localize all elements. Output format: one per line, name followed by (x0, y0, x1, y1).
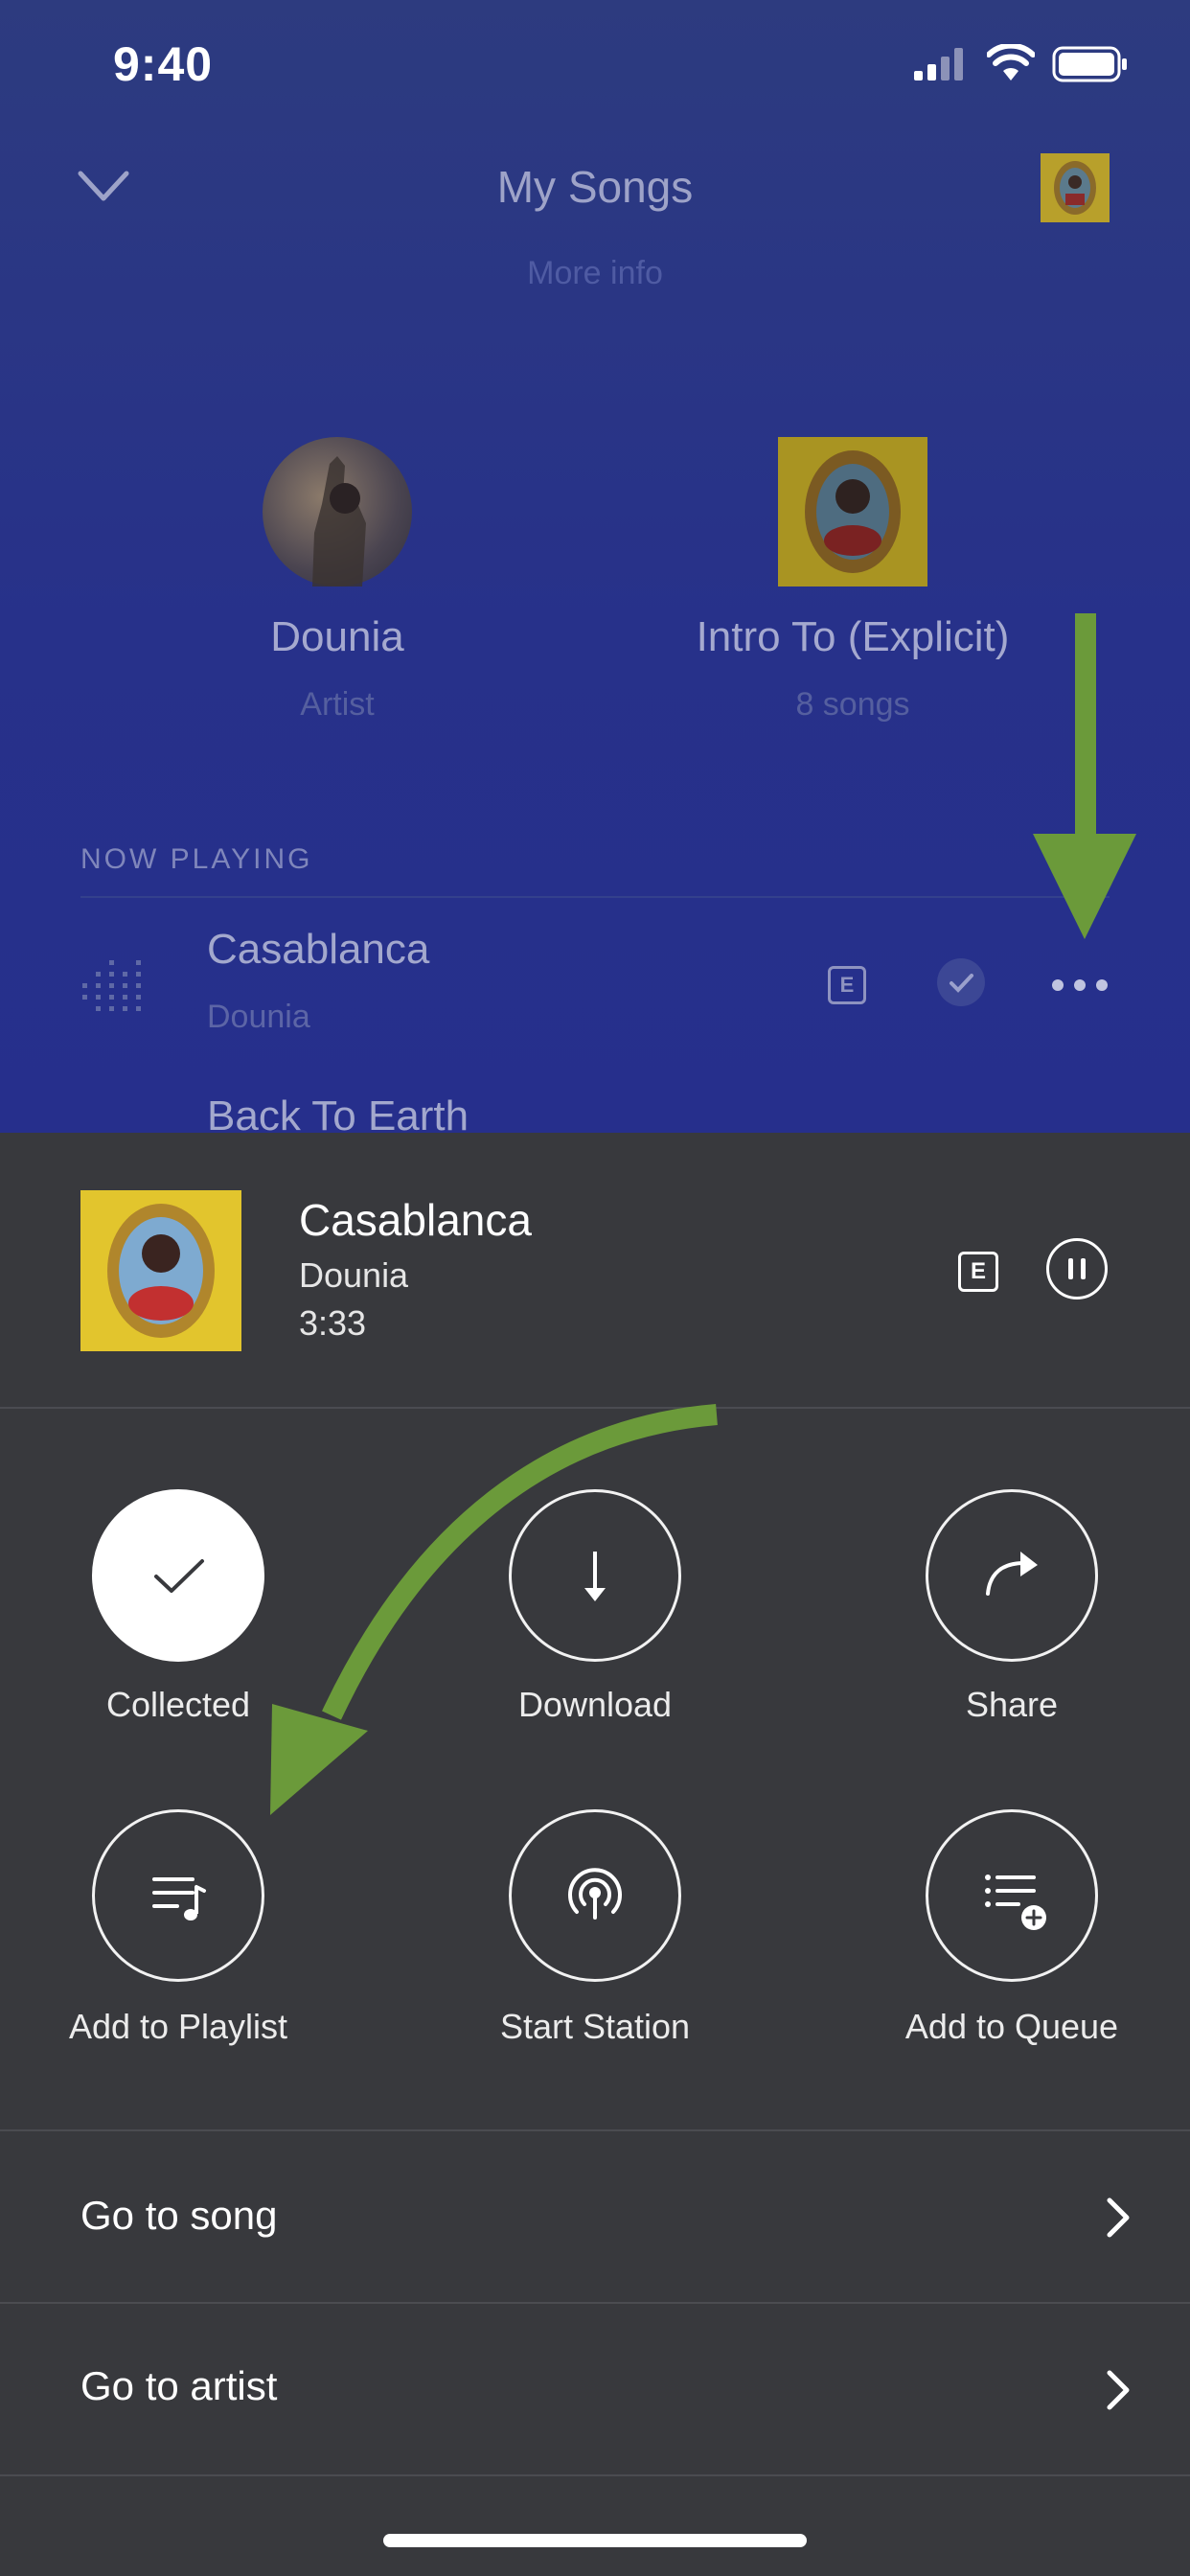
pause-icon (1068, 1258, 1086, 1279)
sheet-album-cover (80, 1190, 241, 1351)
annotation-arrow-curved-icon (270, 1404, 718, 1815)
add-to-playlist-button[interactable] (92, 1809, 264, 1982)
page-title: My Songs (496, 162, 694, 212)
more-info-link[interactable]: More info (0, 255, 1190, 292)
cellular-signal-icon (914, 48, 963, 80)
add-to-queue-label: Add to Queue (904, 2007, 1119, 2046)
explicit-badge: E (958, 1252, 998, 1292)
checkmark-icon (154, 1559, 204, 1593)
artist-avatar[interactable] (263, 437, 412, 586)
annotation-arrow-down-icon (1033, 613, 1136, 939)
album-song-count: 8 songs (795, 686, 910, 723)
go-to-song-label: Go to song (80, 2193, 278, 2238)
wifi-icon (987, 44, 1035, 80)
now-playing-label: NOW PLAYING (80, 843, 313, 875)
queue-add-icon (985, 1874, 1046, 1930)
start-station-button[interactable] (509, 1809, 681, 1982)
now-playing-background: 9:40 My Songs More info Dounia Artist In… (0, 0, 1190, 1133)
status-time: 9:40 (113, 37, 214, 91)
add-to-queue-button[interactable] (926, 1809, 1098, 1982)
share-label: Share (965, 1685, 1059, 1724)
sheet-track-duration: 3:33 (299, 1303, 367, 1343)
more-options-icon[interactable] (1048, 976, 1111, 995)
home-indicator[interactable] (383, 2534, 807, 2547)
chevron-right-icon (1107, 2370, 1130, 2410)
chevron-right-icon (1107, 2197, 1130, 2238)
album-cover[interactable] (778, 437, 927, 586)
playlist-add-icon (152, 1877, 206, 1920)
album-name[interactable]: Intro To (Explicit) (613, 613, 1092, 661)
collected-button[interactable] (92, 1489, 264, 1662)
artist-type: Artist (300, 686, 375, 723)
go-to-artist-label: Go to artist (80, 2363, 278, 2408)
current-song-title[interactable]: Casablanca (207, 926, 429, 974)
add-to-playlist-label: Add to Playlist (68, 2007, 288, 2046)
divider (80, 896, 1110, 898)
battery-icon (1052, 46, 1127, 82)
pause-button[interactable] (1046, 1238, 1108, 1300)
share-arrow-icon (986, 1552, 1038, 1596)
collected-check-icon[interactable] (937, 958, 985, 1006)
equalizer-icon (82, 960, 141, 1011)
start-station-label: Start Station (499, 2007, 691, 2046)
sheet-track-artist: Dounia (299, 1255, 409, 1295)
next-song-title[interactable]: Back To Earth (207, 1092, 469, 1133)
share-button[interactable] (926, 1489, 1098, 1662)
radio-station-icon (568, 1868, 622, 1920)
artist-name[interactable]: Dounia (98, 613, 577, 661)
explicit-badge: E (828, 966, 866, 1004)
divider (0, 2474, 1190, 2476)
current-song-artist: Dounia (207, 999, 310, 1035)
sheet-track-title: Casablanca (299, 1195, 532, 1245)
album-thumbnail[interactable] (1041, 153, 1110, 222)
